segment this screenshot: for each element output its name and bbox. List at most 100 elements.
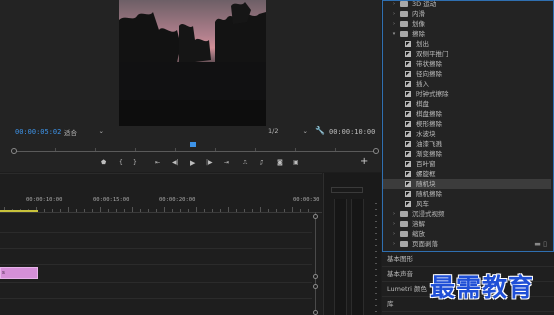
track-divider xyxy=(0,232,312,233)
tree-silhouette-image xyxy=(119,2,266,126)
scroll-handle[interactable] xyxy=(313,274,318,279)
chevron-down-icon[interactable]: ▾ xyxy=(391,29,397,39)
timeline-vertical-scrollbar[interactable] xyxy=(313,212,318,315)
scroll-handle[interactable] xyxy=(313,214,318,219)
effect-folder[interactable]: › 内滑 xyxy=(383,9,551,19)
scrubber-tick xyxy=(135,148,136,151)
timeline-panel: 00:00:10:00 00:00:15:00 00:00:20:00 00:0… xyxy=(0,173,322,315)
in-point-handle[interactable] xyxy=(11,148,17,154)
wrench-icon[interactable]: 🔧 xyxy=(315,126,325,135)
transition-icon xyxy=(405,131,411,137)
playhead-marker[interactable] xyxy=(190,142,196,147)
play-icon[interactable]: ▶ xyxy=(190,158,195,168)
audio-clip[interactable]: s xyxy=(0,267,38,279)
panel-footer-icons: ▬ ▯ xyxy=(534,240,547,248)
lift-icon[interactable]: ⎍ xyxy=(243,158,247,168)
effect-folder-label: 溶解 xyxy=(412,220,425,228)
chevron-right-icon[interactable]: › xyxy=(391,239,397,249)
effect-item[interactable]: 水波块 xyxy=(383,129,551,139)
delete-icon[interactable]: ▯ xyxy=(543,240,547,248)
add-button-icon[interactable]: + xyxy=(360,156,368,167)
folder-icon xyxy=(400,241,408,247)
transition-icon xyxy=(405,71,411,77)
total-duration-timecode: 00:00:10:00 xyxy=(329,128,376,136)
meter-scale-mark xyxy=(375,281,377,282)
folder-icon xyxy=(400,31,408,37)
effect-item[interactable]: 插入 xyxy=(383,79,551,89)
effect-item[interactable]: 划出 xyxy=(383,39,551,49)
effect-folder[interactable]: › 3D 运动 xyxy=(383,0,551,9)
ruler-tick xyxy=(268,209,269,212)
panel-essential-graphics[interactable]: 基本图形 xyxy=(382,252,554,267)
ruler-tick xyxy=(196,207,197,212)
step-forward-icon[interactable]: |▶ xyxy=(206,158,213,168)
chevron-right-icon[interactable]: › xyxy=(391,209,397,219)
scrubber-track xyxy=(15,151,379,152)
scrubber-tick xyxy=(175,148,176,151)
add-marker-icon[interactable]: ⬟ xyxy=(101,158,106,168)
effect-item[interactable]: 百叶窗 xyxy=(383,159,551,169)
meter-scale-mark xyxy=(375,215,377,216)
effect-item[interactable]: 渐变擦除 xyxy=(383,149,551,159)
scrubber-tick xyxy=(55,148,56,151)
ruler-tick xyxy=(148,209,149,212)
current-timecode[interactable]: 00:00:05:02 xyxy=(15,128,61,136)
scroll-handle[interactable] xyxy=(313,310,318,315)
ruler-tick xyxy=(188,209,189,212)
effect-item[interactable]: 径向擦除 xyxy=(383,69,551,79)
effect-item[interactable]: 时钟式擦除 xyxy=(383,89,551,99)
time-ruler[interactable]: 00:00:10:00 00:00:15:00 00:00:20:00 00:0… xyxy=(0,174,322,204)
scrubber-tick xyxy=(255,148,256,151)
camera-icon[interactable]: ◙ xyxy=(277,158,283,168)
effect-item-label: 棋盘擦除 xyxy=(416,110,442,118)
go-to-out-icon[interactable]: ⇥ xyxy=(224,158,229,168)
chevron-right-icon[interactable]: › xyxy=(391,229,397,239)
chevron-right-icon[interactable]: › xyxy=(391,9,397,19)
ruler-tick xyxy=(284,209,285,212)
effect-item[interactable]: 楔形擦除 xyxy=(383,119,551,129)
chevron-right-icon[interactable]: › xyxy=(391,19,397,29)
mark-out-icon[interactable]: } xyxy=(133,158,137,168)
new-folder-icon[interactable]: ▬ xyxy=(534,240,541,248)
mark-in-icon[interactable]: { xyxy=(119,158,123,168)
effect-folder[interactable]: ▾ 擦除 xyxy=(383,29,551,39)
extract-icon[interactable]: ⎎ xyxy=(260,158,263,168)
chevron-right-icon[interactable]: › xyxy=(391,0,397,9)
effect-folder[interactable]: › 页面剥落 xyxy=(383,239,551,249)
folder-icon xyxy=(400,11,408,17)
effect-item[interactable]: 棋盘 xyxy=(383,99,551,109)
effect-item-label: 划出 xyxy=(416,40,429,48)
step-back-icon[interactable]: ◀| xyxy=(172,158,179,168)
effect-folder-label: 内滑 xyxy=(412,10,425,18)
effect-folder[interactable]: › 划像 xyxy=(383,19,551,29)
effect-item-label: 水波块 xyxy=(416,130,436,138)
effect-item[interactable]: 带状擦除 xyxy=(383,59,551,69)
effect-folder[interactable]: › 沉浸式视频 xyxy=(383,209,551,219)
meter-scale-mark xyxy=(375,233,377,234)
chevron-right-icon[interactable]: › xyxy=(391,219,397,229)
effect-item[interactable]: 螺旋框 xyxy=(383,169,551,179)
folder-icon xyxy=(400,221,408,227)
compare-view-icon[interactable]: ▣ xyxy=(293,158,299,168)
out-point-handle[interactable] xyxy=(373,148,379,154)
work-area-bar[interactable] xyxy=(0,210,38,212)
effect-folder[interactable]: › 溶解 xyxy=(383,219,551,229)
chevron-down-icon: ⌄ xyxy=(302,127,308,135)
effect-item[interactable]: 风车 xyxy=(383,199,551,209)
resolution-dropdown[interactable]: 1/2 ⌄ xyxy=(268,127,310,137)
effect-item-label: 棋盘 xyxy=(416,100,429,108)
transition-icon xyxy=(405,151,411,157)
go-to-in-icon[interactable]: ⇤ xyxy=(155,158,160,168)
effect-item[interactable]: 随机擦除 xyxy=(383,189,551,199)
effect-item[interactable]: 油漆飞溅 xyxy=(383,139,551,149)
fit-dropdown[interactable]: 适合 ⌄ xyxy=(64,127,106,137)
effect-item[interactable]: 棋盘擦除 xyxy=(383,109,551,119)
effect-item[interactable]: 随机块 xyxy=(383,179,551,189)
playback-scrubber[interactable] xyxy=(11,142,379,155)
transition-icon xyxy=(405,181,411,187)
audio-meters xyxy=(323,173,381,315)
ruler-tick xyxy=(244,209,245,212)
effect-folder[interactable]: › 缩放 xyxy=(383,229,551,239)
scroll-handle[interactable] xyxy=(313,284,318,289)
effect-item[interactable]: 双侧平推门 xyxy=(383,49,551,59)
